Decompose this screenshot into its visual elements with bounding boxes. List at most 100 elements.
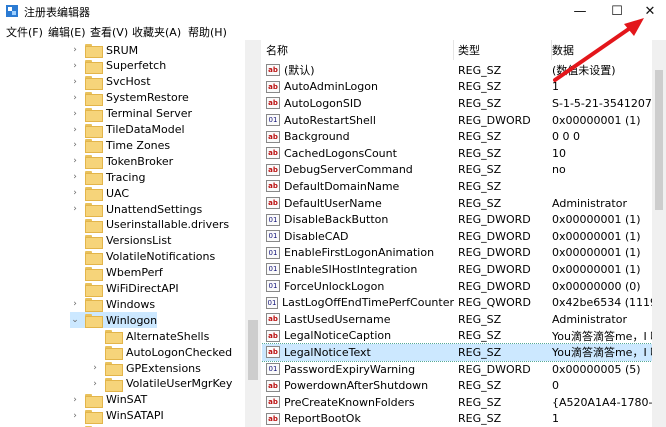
folder-icon bbox=[85, 107, 103, 122]
tree-node[interactable]: › Tracing bbox=[70, 169, 145, 186]
tree-node[interactable]: › TileDataModel bbox=[70, 122, 185, 138]
folder-icon bbox=[85, 44, 103, 58]
table-row[interactable]: 01 EnableFirstLogonAnimation REG_DWORD 0x00… bbox=[262, 245, 666, 262]
value-type: REG_SZ bbox=[458, 80, 502, 94]
tree-node[interactable]: › Time Zones bbox=[70, 137, 170, 154]
table-row[interactable]: ab DefaultUserName REG_SZ Administrator bbox=[262, 195, 666, 212]
table-row[interactable]: ab Background REG_SZ 0 0 0 bbox=[262, 128, 666, 145]
value-name: AutoLogonSID bbox=[284, 96, 362, 110]
table-row[interactable]: ab CachedLogonsCount REG_SZ 10 bbox=[262, 145, 666, 162]
menu-edit[interactable]: 编辑(E) bbox=[48, 24, 86, 40]
value-name: DebugServerCommand bbox=[284, 163, 413, 177]
string-value-icon: ab bbox=[266, 197, 280, 210]
tree-node[interactable]: AlternateShells bbox=[90, 328, 209, 345]
chevron-right-icon[interactable]: › bbox=[70, 140, 80, 150]
tree-scrollbar-thumb[interactable] bbox=[248, 320, 258, 380]
chevron-right-icon[interactable]: › bbox=[70, 109, 80, 119]
table-row[interactable]: ab LegalNoticeCaption REG_SZ You滴答滴答me，I 哗哗 bbox=[262, 328, 666, 345]
tree-node[interactable]: › UnattendSettings bbox=[70, 201, 202, 217]
chevron-right-icon[interactable]: › bbox=[70, 395, 80, 405]
chevron-right-icon[interactable]: › bbox=[70, 204, 80, 214]
table-row[interactable]: ab DebugServerCommand REG_SZ no bbox=[262, 162, 666, 179]
chevron-right-icon[interactable]: › bbox=[70, 299, 80, 309]
tree-node[interactable]: WiFiDirectAPI bbox=[70, 281, 179, 297]
registry-tree: › SRUM › Superfetch › SvcHost › SystemRestore › T… bbox=[0, 40, 261, 427]
chevron-right-icon[interactable]: › bbox=[90, 363, 100, 373]
minimize-button[interactable]: — bbox=[560, 0, 600, 22]
close-button[interactable]: ✕ bbox=[630, 0, 666, 22]
table-row[interactable]: 01 DisableCAD REG_DWORD 0x00000001 (1) bbox=[262, 228, 666, 245]
tree-node[interactable]: › VolatileUserMgrKey bbox=[90, 376, 232, 392]
tree-node[interactable]: › Superfetch bbox=[70, 58, 166, 74]
folder-icon bbox=[85, 139, 103, 154]
table-row[interactable]: ab DefaultDomainName REG_SZ bbox=[262, 178, 666, 195]
value-name-cell: ab LegalNoticeText bbox=[266, 344, 454, 361]
table-row[interactable]: ab (默认) REG_SZ (数值未设置) bbox=[262, 62, 666, 79]
table-row[interactable]: 01 PasswordExpiryWarning REG_DWORD 0x000000… bbox=[262, 361, 666, 378]
tree-node[interactable]: › UAC bbox=[70, 185, 129, 202]
tree-node-label: Terminal Server bbox=[106, 107, 193, 121]
tree-node[interactable]: ›WirelessDisplay bbox=[70, 424, 193, 427]
folder-icon bbox=[85, 218, 103, 233]
table-row[interactable]: 01 EnableSIHostIntegration REG_DWORD 0x0000… bbox=[262, 261, 666, 278]
chevron-right-icon[interactable]: › bbox=[70, 188, 80, 198]
value-data: 10 bbox=[552, 146, 566, 160]
table-row[interactable]: ab AutoLogonSID REG_SZ S-1-5-21-3541207421- bbox=[262, 95, 666, 112]
string-value-icon: ab bbox=[266, 80, 280, 93]
chevron-right-icon[interactable]: › bbox=[70, 125, 80, 135]
tree-node[interactable]: › Windows bbox=[70, 296, 155, 313]
table-row[interactable]: 01 AutoRestartShell REG_DWORD 0x00000001 (1… bbox=[262, 112, 666, 129]
tree-node[interactable]: VersionsList bbox=[70, 233, 171, 249]
table-row[interactable]: ab PreCreateKnownFolders REG_SZ {A520A1A4-1… bbox=[262, 394, 666, 411]
table-row[interactable]: ab LegalNoticeText REG_SZ You滴答滴答me，I 哗哗 bbox=[262, 343, 666, 362]
tree-node[interactable]: VolatileNotifications bbox=[70, 249, 215, 265]
tree-node[interactable]: › TokenBroker bbox=[70, 153, 174, 170]
menu-view[interactable]: 查看(V) bbox=[90, 24, 128, 40]
tree-node[interactable]: › SRUM bbox=[70, 42, 138, 58]
table-row[interactable]: 01 LastLogOffEndTimePerfCounter REG_QWORD 0… bbox=[262, 294, 666, 311]
column-header-type[interactable]: 类型 bbox=[458, 40, 552, 60]
folder-icon bbox=[85, 123, 103, 138]
folder-icon bbox=[85, 91, 103, 106]
chevron-right-icon[interactable]: › bbox=[70, 411, 80, 421]
table-row[interactable]: 01 DisableBackButton REG_DWORD 0x00000001 (… bbox=[262, 211, 666, 228]
table-row[interactable]: ab PowerdownAfterShutdown REG_SZ 0 bbox=[262, 377, 666, 394]
tree-node[interactable]: › Terminal Server bbox=[70, 106, 192, 122]
menu-help[interactable]: 帮助(H) bbox=[188, 24, 227, 40]
tree-node[interactable]: Userinstallable.drivers bbox=[70, 217, 229, 233]
menu-favorites[interactable]: 收藏夹(A) bbox=[132, 24, 181, 40]
chevron-right-icon[interactable]: › bbox=[70, 93, 80, 103]
tree-node[interactable]: › SystemRestore bbox=[70, 90, 189, 106]
folder-icon bbox=[85, 155, 103, 170]
menu-file[interactable]: 文件(F) bbox=[6, 24, 43, 40]
value-name-cell: 01 DisableBackButton bbox=[266, 211, 454, 228]
chevron-down-icon[interactable]: ⌄ bbox=[70, 315, 80, 325]
value-type: REG_SZ bbox=[458, 163, 502, 177]
chevron-right-icon[interactable]: › bbox=[70, 172, 80, 182]
chevron-right-icon[interactable]: › bbox=[70, 45, 80, 55]
tree-node[interactable]: › SvcHost bbox=[70, 74, 151, 90]
chevron-right-icon[interactable]: › bbox=[90, 379, 100, 389]
tree-node[interactable]: › GPExtensions bbox=[90, 360, 201, 376]
table-row[interactable]: ab ReportBootOk REG_SZ 1 bbox=[262, 411, 666, 427]
values-scrollbar-thumb[interactable] bbox=[655, 70, 663, 210]
table-row[interactable]: ab LastUsedUsername REG_SZ Administrator bbox=[262, 311, 666, 328]
table-row[interactable]: ab AutoAdminLogon REG_SZ 1 bbox=[262, 79, 666, 96]
value-type: REG_SZ bbox=[458, 312, 502, 326]
tree-node[interactable]: › WinSAT bbox=[70, 392, 147, 408]
tree-node-label: TokenBroker bbox=[106, 154, 174, 168]
tree-node[interactable]: WbemPerf bbox=[70, 265, 163, 281]
tree-node[interactable]: ⌄ Winlogon bbox=[70, 312, 158, 329]
column-header-data[interactable]: 数据 bbox=[552, 40, 666, 60]
string-value-icon: ab bbox=[266, 346, 280, 359]
folder-icon bbox=[105, 346, 123, 361]
chevron-right-icon[interactable]: › bbox=[70, 156, 80, 166]
folder-icon bbox=[85, 266, 103, 281]
column-header-name[interactable]: 名称 bbox=[266, 40, 454, 60]
tree-node[interactable]: AutoLogonChecked bbox=[90, 344, 232, 361]
value-data: no bbox=[552, 163, 566, 177]
tree-node[interactable]: › WinSATAPI bbox=[70, 408, 164, 424]
chevron-right-icon[interactable]: › bbox=[70, 77, 80, 87]
table-row[interactable]: 01 ForceUnlockLogon REG_DWORD 0x00000000 (0… bbox=[262, 278, 666, 295]
chevron-right-icon[interactable]: › bbox=[70, 61, 80, 71]
